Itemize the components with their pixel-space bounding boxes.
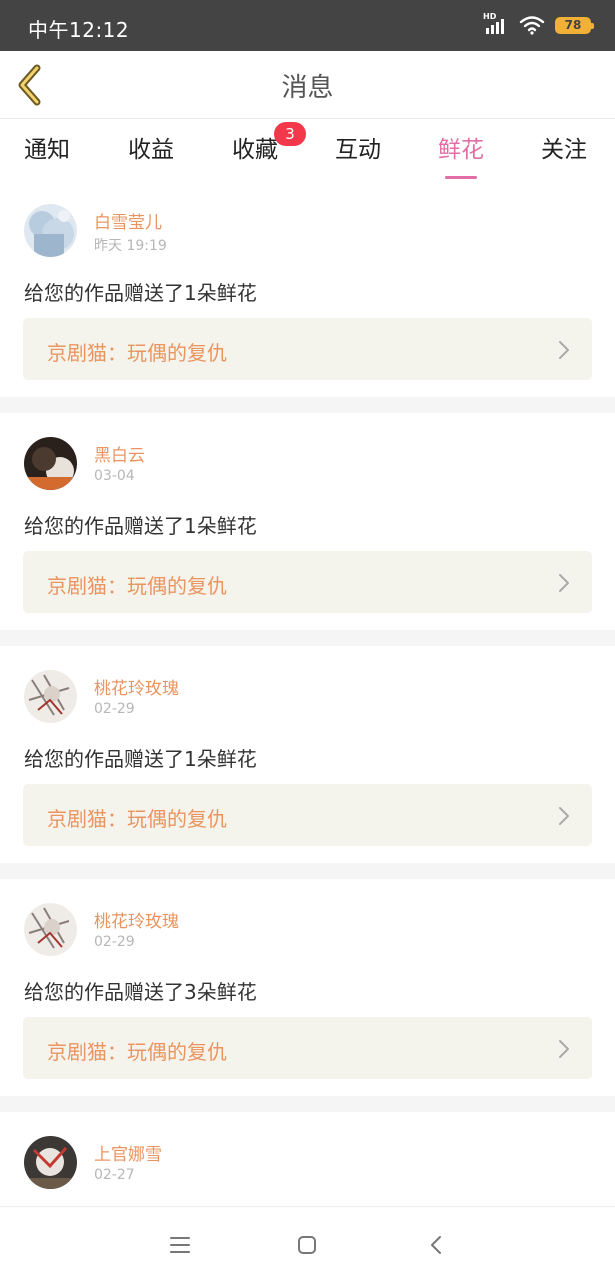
tab-label: 互动 [335, 137, 381, 163]
chevron-right-icon [559, 1040, 569, 1058]
system-nav-bar [0, 1206, 615, 1280]
message-card: 桃花玲玫瑰 02-29 给您的作品赠送了1朵鲜花 京剧猫：玩偶的复仇 [0, 646, 615, 863]
back-icon [431, 1236, 441, 1254]
message-card: 黑白云 03-04 给您的作品赠送了1朵鲜花 京剧猫：玩偶的复仇 [0, 413, 615, 630]
tab-favorites[interactable]: 收藏 3 [232, 122, 306, 164]
message-text: 给您的作品赠送了1朵鲜花 [24, 281, 257, 305]
work-link[interactable]: 京剧猫：玩偶的复仇 [23, 551, 592, 613]
header: 消息 [0, 51, 615, 119]
wifi-icon [519, 16, 545, 35]
avatar[interactable] [24, 204, 77, 257]
avatar[interactable] [24, 1136, 77, 1189]
timestamp: 02-29 [94, 701, 135, 717]
tab-following[interactable]: 关注 [541, 130, 587, 164]
divider [0, 397, 615, 413]
work-link[interactable]: 京剧猫：玩偶的复仇 [23, 1017, 592, 1079]
signal-icon: HD [483, 12, 509, 36]
message-list: 白雪莹儿 昨天 19:19 给您的作品赠送了1朵鲜花 京剧猫：玩偶的复仇 黑白云… [0, 180, 615, 1232]
avatar[interactable] [24, 670, 77, 723]
timestamp: 02-27 [94, 1167, 135, 1183]
username[interactable]: 上官娜雪 [94, 1140, 162, 1165]
work-link[interactable]: 京剧猫：玩偶的复仇 [23, 784, 592, 846]
status-time: 中午12:12 [28, 18, 130, 42]
tab-interactions[interactable]: 互动 [335, 130, 381, 164]
work-title: 京剧猫：玩偶的复仇 [47, 574, 227, 598]
message-card: 白雪莹儿 昨天 19:19 给您的作品赠送了1朵鲜花 京剧猫：玩偶的复仇 [0, 180, 615, 397]
username[interactable]: 白雪莹儿 [94, 208, 162, 233]
chevron-right-icon [559, 574, 569, 592]
username[interactable]: 黑白云 [94, 441, 145, 466]
tab-label: 收藏 [232, 137, 278, 163]
message-text: 给您的作品赠送了3朵鲜花 [24, 980, 257, 1004]
battery-icon: 78 [555, 16, 594, 34]
divider [0, 863, 615, 879]
active-tab-indicator [445, 176, 477, 179]
tab-label: 关注 [541, 137, 587, 163]
menu-button[interactable] [166, 1231, 194, 1259]
work-title: 京剧猫：玩偶的复仇 [47, 341, 227, 365]
divider [0, 1096, 615, 1112]
username[interactable]: 桃花玲玫瑰 [94, 907, 179, 932]
menu-icon [170, 1237, 190, 1253]
chevron-right-icon [559, 807, 569, 825]
message-card: 桃花玲玫瑰 02-29 给您的作品赠送了3朵鲜花 京剧猫：玩偶的复仇 [0, 879, 615, 1096]
tab-earnings[interactable]: 收益 [128, 130, 174, 164]
avatar[interactable] [24, 437, 77, 490]
timestamp: 02-29 [94, 934, 135, 950]
status-icons: HD 78 [483, 12, 594, 36]
tab-notifications[interactable]: 通知 [24, 130, 70, 164]
username[interactable]: 桃花玲玫瑰 [94, 674, 179, 699]
nav-back-button[interactable] [422, 1231, 450, 1259]
timestamp: 昨天 19:19 [94, 238, 167, 254]
message-text: 给您的作品赠送了1朵鲜花 [24, 514, 257, 538]
chevron-right-icon [559, 341, 569, 359]
avatar[interactable] [24, 903, 77, 956]
badge: 3 [274, 122, 306, 146]
tab-bar: 通知 收益 收藏 3 互动 鲜花 关注 [0, 120, 615, 179]
square-icon [298, 1236, 316, 1254]
tab-label: 鲜花 [438, 137, 484, 163]
divider [0, 630, 615, 646]
message-text: 给您的作品赠送了1朵鲜花 [24, 747, 257, 771]
status-bar: 中午12:12 HD 78 [0, 0, 615, 51]
work-link[interactable]: 京剧猫：玩偶的复仇 [23, 318, 592, 380]
work-title: 京剧猫：玩偶的复仇 [47, 1040, 227, 1064]
timestamp: 03-04 [94, 468, 135, 484]
battery-level: 78 [564, 17, 582, 32]
home-button[interactable] [293, 1231, 321, 1259]
page-title: 消息 [281, 73, 334, 103]
tab-label: 通知 [24, 137, 70, 163]
work-title: 京剧猫：玩偶的复仇 [47, 807, 227, 831]
tab-label: 收益 [128, 137, 174, 163]
tab-flowers[interactable]: 鲜花 [438, 130, 484, 179]
